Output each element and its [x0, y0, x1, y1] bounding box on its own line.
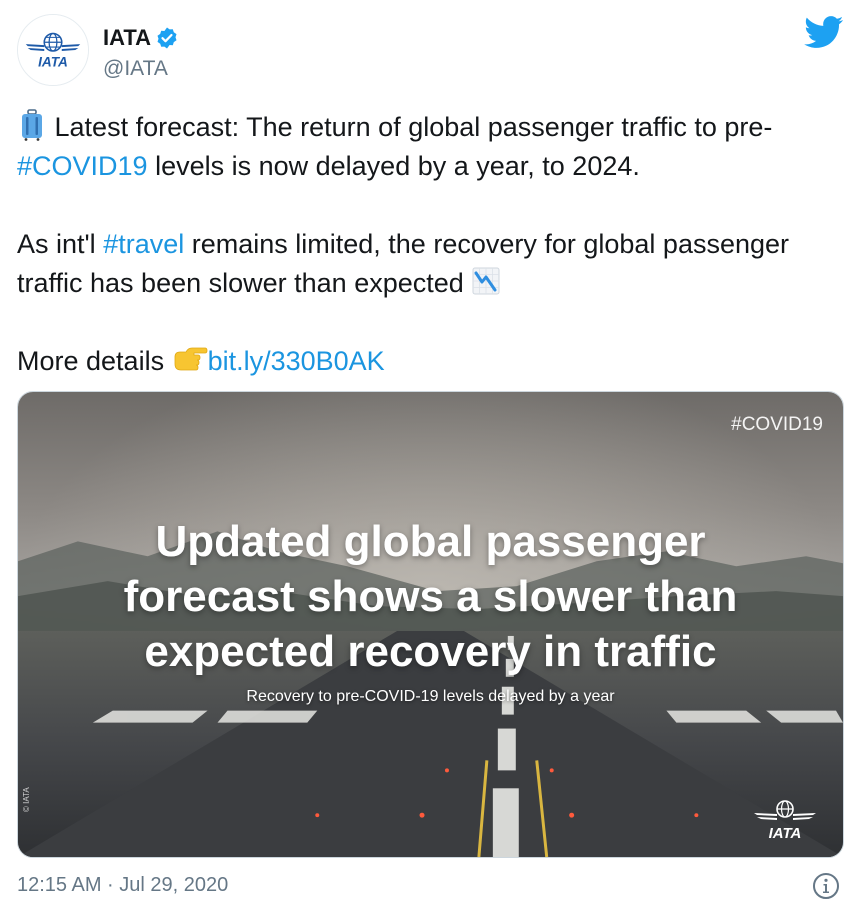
tweet-line-1-prefix: Latest forecast: The return of global pa… [54, 112, 773, 142]
media-headline-line-1: Updated global passenger [155, 517, 706, 566]
tweet-card: IATA IATA @IATA Latest forecast: The ret… [0, 0, 858, 916]
tweet-timestamp[interactable]: 12:15 AM · Jul 29, 2020 [17, 872, 228, 898]
tweet-line-3-prefix: More details [17, 346, 172, 376]
luggage-emoji-icon [17, 109, 47, 141]
media-subheadline: Recovery to pre-COVID-19 levels delayed … [246, 688, 615, 705]
tweet-paragraph-3: More details bit.ly/330B0AK [17, 342, 847, 381]
author-display-name[interactable]: IATA [103, 24, 151, 52]
author-handle[interactable]: @IATA [103, 56, 168, 82]
info-icon[interactable] [812, 872, 840, 900]
iata-logo-icon: IATA [18, 15, 88, 85]
media-hashtag-label: #COVID19 [731, 414, 823, 435]
twitter-bird-icon[interactable] [804, 16, 844, 49]
tweet-media-image[interactable]: #COVID19 Updated global passenger foreca… [17, 391, 844, 858]
iata-watermark-logo-icon: IATA [752, 796, 818, 842]
tweet-text: Latest forecast: The return of global pa… [17, 108, 847, 381]
media-logo-text: IATA [769, 825, 802, 842]
media-copyright: © IATA [22, 787, 31, 812]
tweet-paragraph-2: As int'l #travel remains limited, the re… [17, 225, 847, 303]
hashtag-travel-link[interactable]: #travel [103, 229, 184, 259]
details-link[interactable]: bit.ly/330B0AK [208, 346, 385, 376]
media-headline-line-3: expected recovery in traffic [144, 627, 717, 676]
chart-decreasing-emoji-icon [471, 265, 501, 297]
verified-badge-icon [155, 26, 179, 50]
hashtag-covid19-link[interactable]: #COVID19 [17, 151, 148, 181]
tweet-paragraph-1: Latest forecast: The return of global pa… [17, 108, 847, 186]
tweet-line-2-prefix: As int'l [17, 229, 104, 259]
author-name-row[interactable]: IATA [103, 24, 179, 52]
author-avatar[interactable]: IATA [17, 14, 89, 86]
media-headline-line-2: forecast shows a slower than [123, 572, 738, 621]
tweet-line-1-suffix: levels is now delayed by a year, to 2024… [147, 151, 640, 181]
pointing-right-emoji-icon [172, 343, 208, 375]
media-headline: Updated global passenger forecast shows … [18, 514, 843, 679]
avatar-logo-text: IATA [38, 55, 68, 70]
